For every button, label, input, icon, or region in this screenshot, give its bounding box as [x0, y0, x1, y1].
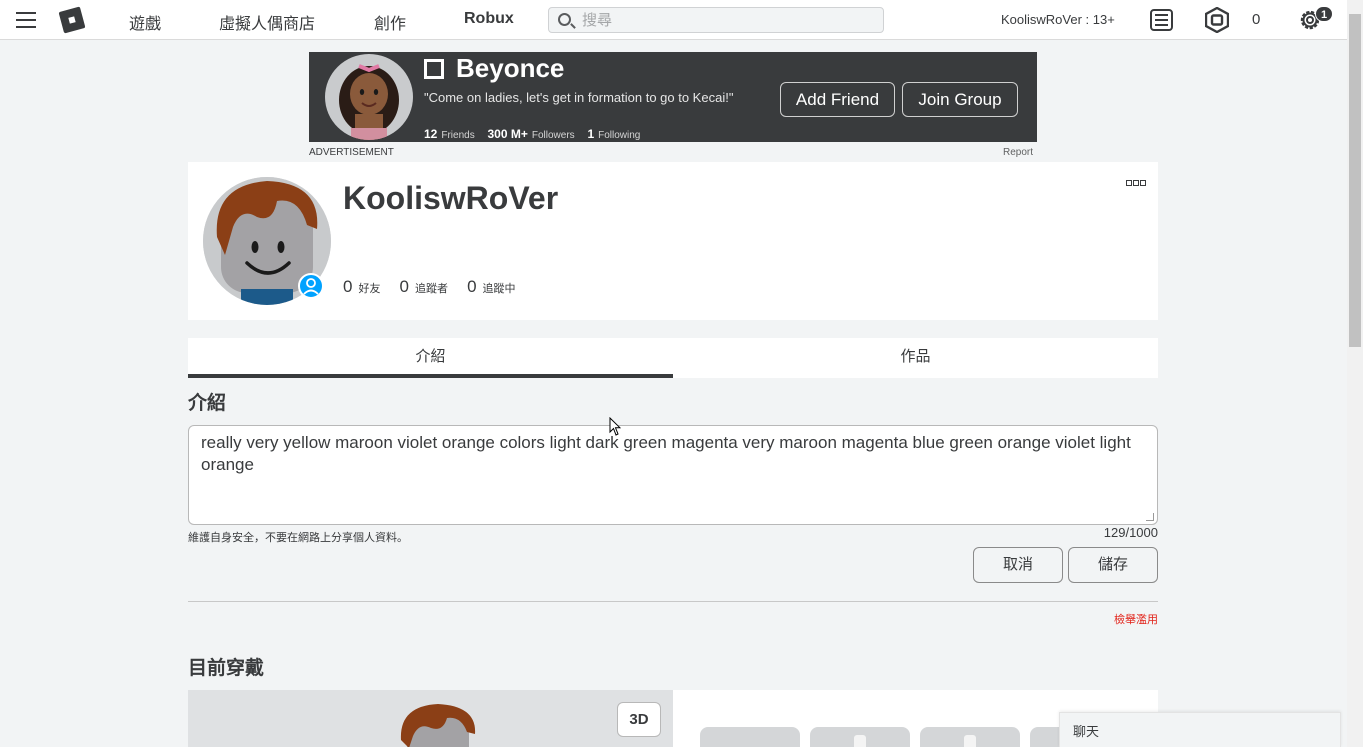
ad-title: Beyonce [424, 53, 564, 84]
nav-link-games[interactable]: 遊戲 [129, 10, 161, 34]
search-icon [558, 13, 571, 26]
profile-stats: 0 好友 0 追蹤者 0 追蹤中 [343, 277, 532, 297]
top-nav: 遊戲 虛擬人偶商店 創作 Robux KooliswRoVer : 13+ 0 … [0, 0, 1347, 40]
chat-bar[interactable]: 聊天 [1059, 712, 1341, 747]
following-stat[interactable]: 0 追蹤中 [467, 277, 515, 297]
character-count: 129/1000 [1103, 525, 1158, 540]
cancel-button[interactable]: 取消 [973, 547, 1063, 583]
advertisement-banner[interactable]: Beyonce "Come on ladies, let's get in fo… [309, 52, 1037, 142]
tab-creations[interactable]: 作品 [673, 338, 1158, 378]
robux-count: 0 [1252, 11, 1261, 28]
ad-report-link[interactable]: Report [1003, 147, 1033, 158]
avatar-preview [400, 704, 476, 747]
avatar-viewer[interactable]: 3D [188, 690, 673, 747]
worn-item[interactable] [810, 727, 910, 747]
profile-header: KooliswRoVer 0 好友 0 追蹤者 0 追蹤中 [188, 162, 1158, 320]
safety-note: 維護自身安全，不要在網路上分享個人資料。 [188, 532, 408, 544]
ad-stats: 12 Friends 300 M+ Followers 1 Following [424, 127, 641, 141]
ad-quote: "Come on ladies, let's get in formation … [424, 90, 734, 105]
search-input[interactable] [582, 10, 872, 30]
save-button[interactable]: 儲存 [1068, 547, 1158, 583]
chat-label: 聊天 [1073, 724, 1100, 739]
scrollbar-thumb[interactable] [1349, 14, 1361, 347]
resize-handle[interactable] [1146, 513, 1154, 521]
about-heading: 介紹 [188, 393, 227, 414]
more-options-icon[interactable] [1126, 173, 1150, 186]
worn-item[interactable] [920, 727, 1020, 747]
about-textarea[interactable]: really very yellow maroon violet orange … [189, 426, 1157, 524]
ad-add-friend-button[interactable]: Add Friend [780, 82, 895, 117]
mouse-cursor-icon [609, 417, 621, 436]
profile-name: KooliswRoVer [343, 180, 559, 216]
page-scrollbar[interactable] [1347, 0, 1363, 747]
nav-link-avatar-shop[interactable]: 虛擬人偶商店 [219, 10, 315, 34]
divider [188, 601, 1158, 602]
search-box [548, 7, 884, 33]
messages-icon[interactable] [1150, 9, 1173, 31]
followers-stat[interactable]: 0 追蹤者 [400, 277, 448, 297]
group-logo-icon [424, 59, 444, 79]
toggle-3d-button[interactable]: 3D [617, 702, 661, 737]
report-abuse-link[interactable]: 檢舉濫用 [1100, 611, 1158, 627]
nav-link-robux[interactable]: Robux [464, 10, 514, 28]
menu-icon[interactable] [16, 12, 36, 28]
tab-about[interactable]: 介紹 [188, 338, 673, 378]
friends-stat[interactable]: 0 好友 [343, 277, 380, 297]
ad-join-group-button[interactable]: Join Group [902, 82, 1018, 117]
worn-item[interactable] [700, 727, 800, 747]
about-field: really very yellow maroon violet orange … [188, 425, 1158, 525]
currently-wearing-heading: 目前穿戴 [188, 658, 265, 679]
profile-tabs: 介紹 作品 [188, 338, 1158, 378]
ad-avatar [325, 54, 413, 140]
online-status-icon [298, 273, 324, 299]
roblox-logo-icon[interactable] [58, 6, 86, 34]
robux-icon[interactable] [1205, 7, 1229, 33]
nav-username[interactable]: KooliswRoVer : 13+ [1001, 12, 1115, 27]
ad-label: ADVERTISEMENT [309, 147, 394, 158]
notification-badge: 1 [1315, 6, 1333, 22]
nav-link-create[interactable]: 創作 [374, 10, 406, 34]
